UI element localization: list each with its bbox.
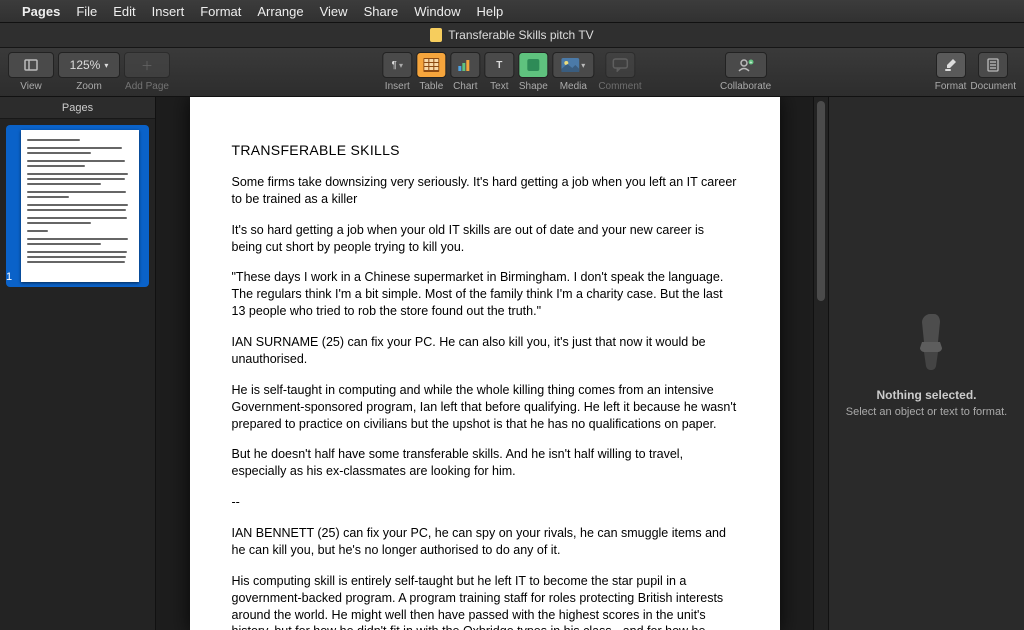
brush-large-icon bbox=[904, 312, 950, 372]
format-tool[interactable]: Format bbox=[935, 52, 967, 92]
media-tool[interactable]: ▾ Media bbox=[552, 52, 594, 92]
main-area: Pages 1 bbox=[0, 97, 1024, 630]
zoom-tool[interactable]: 125% ▾ Zoom bbox=[58, 52, 120, 92]
add-page-tool[interactable]: ＋ Add Page bbox=[124, 52, 170, 92]
titlebar: Transferable Skills pitch TV bbox=[0, 23, 1024, 48]
view-icon bbox=[24, 59, 38, 71]
zoom-value: 125% bbox=[70, 58, 101, 72]
menu-arrange[interactable]: Arrange bbox=[257, 4, 303, 19]
table-icon bbox=[423, 58, 439, 72]
document-tool[interactable]: Document bbox=[970, 52, 1016, 92]
menu-edit[interactable]: Edit bbox=[113, 4, 135, 19]
text-label: Text bbox=[490, 81, 508, 92]
zoom-label: Zoom bbox=[76, 81, 102, 92]
chevron-down-icon: ▾ bbox=[399, 61, 403, 70]
document-icon bbox=[987, 58, 999, 72]
media-label: Media bbox=[560, 81, 587, 92]
format-inspector: Nothing selected. Select an object or te… bbox=[828, 97, 1024, 630]
menu-view[interactable]: View bbox=[320, 4, 348, 19]
menu-app[interactable]: Pages bbox=[22, 4, 60, 19]
doc-paragraph: -- bbox=[232, 494, 738, 511]
doc-paragraph: IAN BENNETT (25) can fix your PC, he can… bbox=[232, 525, 738, 559]
sidebar-title: Pages bbox=[0, 97, 155, 119]
add-page-label: Add Page bbox=[125, 81, 169, 92]
view-label: View bbox=[20, 81, 42, 92]
doc-paragraph: IAN SURNAME (25) can fix your PC. He can… bbox=[232, 334, 738, 368]
chevron-down-icon: ▾ bbox=[104, 61, 108, 70]
pages-sidebar: Pages 1 bbox=[0, 97, 156, 630]
menu-format[interactable]: Format bbox=[200, 4, 241, 19]
page-number: 1 bbox=[4, 271, 14, 283]
chevron-down-icon: ▾ bbox=[581, 61, 585, 70]
scrollbar-thumb[interactable] bbox=[817, 101, 825, 301]
menu-window[interactable]: Window bbox=[414, 4, 460, 19]
insert-tool[interactable]: ¶▾ Insert bbox=[382, 52, 412, 92]
menu-share[interactable]: Share bbox=[364, 4, 399, 19]
scrollbar[interactable] bbox=[813, 97, 828, 630]
text-icon: T bbox=[496, 60, 502, 71]
chart-tool[interactable]: Chart bbox=[450, 52, 480, 92]
menu-insert[interactable]: Insert bbox=[152, 4, 185, 19]
inspector-nothing: Nothing selected. bbox=[876, 388, 976, 402]
doc-paragraph: It's so hard getting a job when your old… bbox=[232, 222, 738, 256]
view-tool[interactable]: View bbox=[8, 52, 54, 92]
collaborate-icon: + bbox=[737, 58, 755, 72]
format-label: Format bbox=[935, 81, 967, 92]
table-tool[interactable]: Table bbox=[416, 52, 446, 92]
document-icon bbox=[430, 28, 442, 42]
collaborate-label: Collaborate bbox=[720, 81, 771, 92]
toolbar: View 125% ▾ Zoom ＋ Add Page ¶▾ Insert Ta… bbox=[0, 48, 1024, 97]
comment-label: Comment bbox=[598, 81, 641, 92]
comment-icon bbox=[612, 58, 628, 72]
doc-paragraph: He is self-taught in computing and while… bbox=[232, 382, 738, 433]
doc-paragraph: Some firms take downsizing very seriousl… bbox=[232, 174, 738, 208]
menu-help[interactable]: Help bbox=[477, 4, 504, 19]
doc-paragraph: "These days I work in a Chinese supermar… bbox=[232, 269, 738, 320]
chart-label: Chart bbox=[453, 81, 477, 92]
document-canvas[interactable]: TRANSFERABLE SKILLS Some firms take down… bbox=[156, 97, 813, 630]
doc-paragraph: But he doesn't half have some transferab… bbox=[232, 446, 738, 480]
svg-text:+: + bbox=[749, 60, 752, 66]
doc-title: TRANSFERABLE SKILLS bbox=[232, 141, 738, 160]
comment-tool[interactable]: Comment bbox=[598, 52, 641, 92]
media-icon bbox=[561, 58, 579, 72]
menu-file[interactable]: File bbox=[76, 4, 97, 19]
document-page[interactable]: TRANSFERABLE SKILLS Some firms take down… bbox=[190, 97, 780, 630]
table-label: Table bbox=[419, 81, 443, 92]
page-thumbnail-1[interactable]: 1 bbox=[6, 125, 149, 287]
insert-label: Insert bbox=[385, 81, 410, 92]
chart-icon bbox=[457, 58, 473, 72]
inspector-hint: Select an object or text to format. bbox=[846, 406, 1007, 418]
brush-icon bbox=[944, 58, 958, 72]
document-label: Document bbox=[970, 81, 1016, 92]
text-tool[interactable]: T Text bbox=[484, 52, 514, 92]
shape-label: Shape bbox=[519, 81, 548, 92]
menubar: Pages File Edit Insert Format Arrange Vi… bbox=[0, 0, 1024, 23]
shape-icon bbox=[527, 59, 539, 71]
shape-tool[interactable]: Shape bbox=[518, 52, 548, 92]
collaborate-tool[interactable]: + Collaborate bbox=[720, 52, 771, 92]
doc-paragraph: His computing skill is entirely self-tau… bbox=[232, 573, 738, 630]
document-title: Transferable Skills pitch TV bbox=[448, 28, 593, 42]
